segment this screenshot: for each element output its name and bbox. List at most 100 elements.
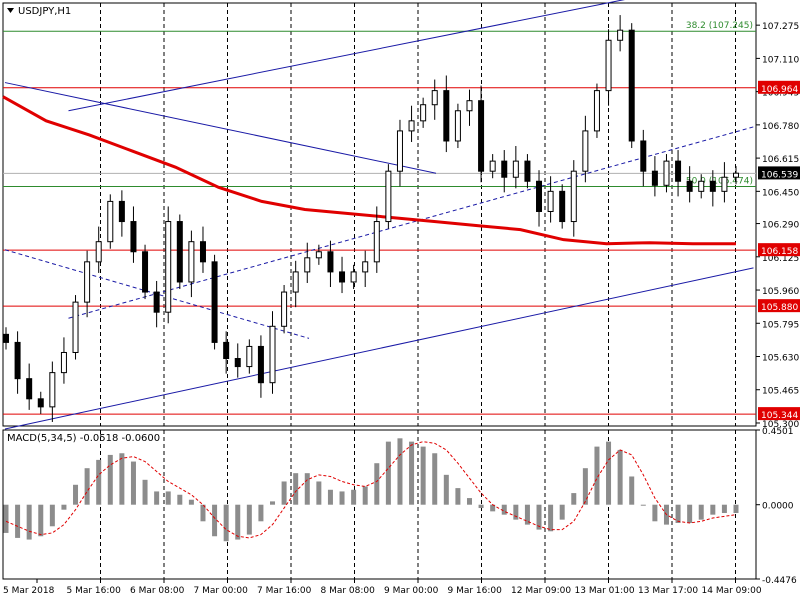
macd-bar [652, 504, 658, 522]
macd-bar [3, 504, 9, 533]
y-tick-label: 105.630 [762, 354, 799, 364]
level-label: 106.158 [761, 247, 798, 257]
macd-bar [339, 491, 345, 505]
macd-bar [640, 504, 646, 506]
candle-body [107, 200, 114, 243]
macd-bar [629, 476, 635, 505]
candle-body [466, 100, 473, 112]
chart-title: USDJPY,H1 [18, 6, 71, 17]
macd-bar [327, 489, 333, 505]
macd-bar [513, 504, 519, 520]
candle-body [153, 291, 160, 313]
macd-bar [559, 504, 565, 520]
candle-body [26, 378, 33, 400]
candle-body [257, 345, 264, 384]
macd-bar [409, 441, 415, 505]
x-tick-label: 6 Mar 08:00 [130, 586, 185, 596]
macd-panel: 0.4501 0.0000 -0.4476 MACD(5,34,5) -0.0518… [2, 427, 797, 586]
y-tick-label: 105.465 [762, 387, 799, 397]
macd-bar [687, 504, 693, 523]
macd-bar [73, 484, 79, 505]
macd-bar [235, 504, 241, 540]
macd-bar [212, 504, 218, 537]
candle-body [524, 160, 531, 182]
y-tick-label: 105.795 [762, 320, 799, 330]
macd-bar [84, 468, 90, 505]
candle-body [709, 180, 716, 192]
candle-body [385, 170, 392, 223]
macd-bar [374, 463, 380, 505]
macd-bar [119, 453, 125, 505]
candle-body [454, 110, 461, 142]
macd-panel-frame [2, 429, 757, 580]
candle-body [478, 100, 485, 172]
macd-bar [675, 504, 681, 523]
candle-body [362, 261, 369, 273]
candle-body [640, 140, 647, 172]
macd-bar [281, 481, 287, 505]
macd-bar [548, 504, 554, 532]
candle-body [176, 221, 183, 283]
candle-body [489, 160, 496, 172]
macd-bar [49, 504, 55, 527]
macd-bar [293, 473, 299, 505]
macd-bar [571, 493, 577, 505]
macd-bar [501, 504, 507, 515]
candle-body [84, 261, 91, 303]
macd-bar [61, 504, 67, 510]
candle-body [246, 345, 253, 368]
macd-bar [617, 449, 623, 505]
macd-bar [188, 499, 194, 505]
candle-body [721, 176, 728, 192]
x-tick-label: 7 Mar 16:00 [257, 586, 312, 596]
candle-body [199, 241, 206, 263]
x-tick-label: 5 Mar 2018 [3, 586, 55, 596]
candle-body [60, 351, 67, 374]
candle-body [420, 104, 427, 122]
candle-body [95, 241, 102, 263]
candle-body [188, 241, 195, 283]
candle-body [118, 200, 125, 223]
candle-body [14, 341, 21, 380]
candle-body [234, 358, 241, 368]
candle-body [501, 160, 508, 178]
macd-y-tick-label: -0.4476 [762, 576, 797, 586]
macd-bar [420, 446, 426, 505]
candle-body [698, 180, 705, 192]
y-tick-label: 107.275 [762, 22, 799, 32]
level-label: 105.344 [761, 411, 798, 421]
candle-body [165, 221, 172, 313]
candle-body [327, 251, 334, 273]
x-tick-label: 7 Mar 00:00 [194, 586, 249, 596]
x-tick-label: 13 Mar 01:00 [575, 586, 635, 596]
macd-bar [710, 504, 716, 515]
candle-body [443, 90, 450, 142]
y-tick-label: 106.615 [762, 155, 799, 165]
y-tick-label: 107.110 [762, 55, 799, 65]
x-tick-label: 12 Mar 09:00 [511, 586, 571, 596]
x-tick-label: 9 Mar 16:00 [448, 586, 503, 596]
macd-bar [606, 441, 612, 505]
macd-bar [397, 438, 403, 505]
macd-bar [165, 491, 171, 505]
candle-body [593, 90, 600, 132]
candle-body [281, 291, 288, 327]
candle-body [315, 251, 322, 259]
candle-body [512, 160, 519, 178]
candle-body [570, 170, 577, 223]
macd-bar [223, 504, 229, 542]
macd-bar [38, 504, 44, 537]
candle-body [559, 190, 566, 223]
candle-body [396, 130, 403, 172]
candle-body [617, 29, 624, 41]
candle-body [72, 301, 79, 353]
candle-body [350, 271, 357, 283]
macd-bar [177, 494, 183, 505]
macd-bar [316, 481, 322, 505]
y-tick-label: 105.960 [762, 287, 799, 297]
candle-body [605, 39, 612, 92]
current-price-label: 106.539 [761, 170, 798, 180]
macd-bar [258, 504, 264, 522]
fib-label: 38.2 (107.245) [686, 21, 753, 31]
candle-body [49, 372, 56, 408]
